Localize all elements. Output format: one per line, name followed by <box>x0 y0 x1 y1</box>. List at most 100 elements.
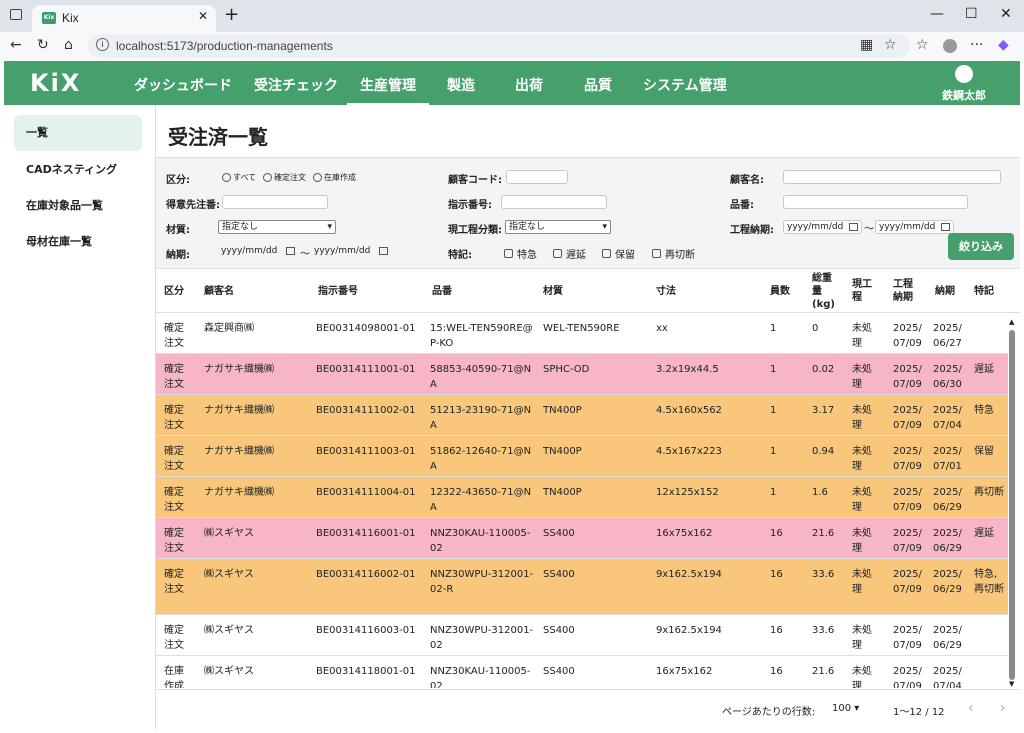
customer-code-input[interactable] <box>506 170 568 184</box>
table-row[interactable]: 確定注文 森定興商㈱ BE00314098001-01 15:WEL-TEN590RE… <box>156 313 1008 354</box>
scroll-up-icon[interactable]: ▲ <box>1009 318 1014 326</box>
tab-actions-icon[interactable] <box>10 9 22 20</box>
cell-kubun: 確定注文 <box>164 487 184 513</box>
radio-all[interactable]: すべて <box>222 172 256 183</box>
part-no-label: 品番: <box>730 200 754 211</box>
due-from[interactable]: yyyy/mm/dd <box>218 245 298 259</box>
favorites-icon[interactable]: ☆ <box>916 37 929 53</box>
cell-wt: 21.6 <box>812 666 835 677</box>
col-note[interactable]: 特記 <box>974 285 994 298</box>
cell-part: 58853-40590-71@NA <box>430 364 532 390</box>
table-row[interactable]: 確定注文 ナガサキ織機㈱ BE00314111001-01 58853-40590-7… <box>156 354 1008 395</box>
profile-avatar-icon[interactable] <box>943 39 957 53</box>
back-icon[interactable]: ← <box>10 37 22 53</box>
more-menu-icon[interactable]: ··· <box>970 37 983 53</box>
sidebar-item-list[interactable]: 一覧 <box>14 115 142 151</box>
close-tab-icon[interactable]: ✕ <box>198 9 208 23</box>
process-due-to[interactable]: yyyy/mm/dd <box>875 220 954 234</box>
table-row[interactable]: 確定注文 ナガサキ織機㈱ BE00314111002-01 51213-23190-7… <box>156 395 1008 436</box>
calendar-icon[interactable] <box>849 223 858 231</box>
cell-due: 2025/06/29 <box>933 528 962 554</box>
cell-pdue: 2025/07/09 <box>893 446 922 472</box>
customer-name-input[interactable] <box>783 170 1001 184</box>
menu-dashboard[interactable]: ダッシュボード <box>134 75 232 95</box>
close-window-icon[interactable]: ✕ <box>1000 6 1012 22</box>
radio-stock[interactable]: 在庫作成 <box>313 172 356 183</box>
table-row[interactable]: 確定注文 ナガサキ織機㈱ BE00314111004-01 12322-43650-7… <box>156 477 1008 518</box>
chk-recut[interactable]: 再切断 <box>652 246 695 261</box>
col-customer[interactable]: 顧客名 <box>204 285 234 298</box>
minimize-icon[interactable]: — <box>930 6 944 22</box>
calendar-icon[interactable] <box>286 247 295 255</box>
chk-hold[interactable]: 保留 <box>602 246 635 261</box>
main-content: 受注済一覧 区分: すべて 確定注文 在庫作成 顧客コード: 顧客名: 得意先注… <box>156 105 1020 729</box>
material-select[interactable]: 指定なし <box>218 220 336 234</box>
calendar-icon[interactable] <box>379 247 388 255</box>
user-menu[interactable]: 鉄鋼太郎 <box>942 65 986 103</box>
cell-wt: 1.6 <box>812 487 828 498</box>
rows-per-page-select[interactable]: 100 ▾ <box>832 703 859 714</box>
new-tab-icon[interactable]: + <box>224 6 239 24</box>
favorite-star-icon[interactable]: ☆ <box>884 37 897 53</box>
cell-size: 12x125x152 <box>656 487 719 498</box>
user-name: 鉄鋼太郎 <box>942 89 986 102</box>
sidebar-item-stock-targets[interactable]: 在庫対象品一覧 <box>14 188 142 224</box>
col-process[interactable]: 現工程 <box>852 278 876 304</box>
table-row[interactable]: 在庫作成 ㈱スギヤス BE00314118001-01 NNZ30KAU-110005… <box>156 656 1008 688</box>
cell-part: 12322-43650-71@NA <box>430 487 532 513</box>
order-no-input[interactable] <box>501 195 607 209</box>
menu-system[interactable]: システム管理 <box>643 75 727 95</box>
menu-manufacturing[interactable]: 製造 <box>447 75 475 95</box>
home-icon[interactable]: ⌂ <box>64 37 73 53</box>
col-material[interactable]: 材質 <box>543 285 563 298</box>
table-row[interactable]: 確定注文 ㈱スギヤス BE00314116002-01 NNZ30WPU-312001… <box>156 559 1008 615</box>
maximize-icon[interactable]: ☐ <box>965 6 978 22</box>
table-scrollbar[interactable]: ▲ ▼ <box>1007 318 1017 688</box>
prev-page-icon[interactable]: ‹ <box>968 700 974 716</box>
radio-confirmed[interactable]: 確定注文 <box>263 172 306 183</box>
kix-logo[interactable]: KiX <box>30 69 81 97</box>
due-to[interactable]: yyyy/mm/dd <box>311 245 391 259</box>
table-row[interactable]: 確定注文 ナガサキ織機㈱ BE00314111003-01 51862-12640-7… <box>156 436 1008 477</box>
chk-urgent[interactable]: 特急 <box>504 246 537 261</box>
next-page-icon[interactable]: › <box>1000 700 1006 716</box>
col-order[interactable]: 指示番号 <box>318 285 358 298</box>
col-qty[interactable]: 員数 <box>770 285 790 298</box>
preferred-customer-input[interactable] <box>222 195 328 209</box>
menu-quality[interactable]: 品質 <box>584 75 612 95</box>
col-kubun[interactable]: 区分 <box>164 285 184 298</box>
copilot-icon[interactable]: ◆ <box>998 37 1009 53</box>
col-weight[interactable]: 総重量(kg) <box>812 272 840 311</box>
col-due[interactable]: 納期 <box>935 285 955 298</box>
cell-pdue: 2025/07/09 <box>893 405 922 431</box>
table-row[interactable]: 確定注文 ㈱スギヤス BE00314116001-01 NNZ30KAU-110005… <box>156 518 1008 559</box>
cell-size: 9x162.5x194 <box>656 569 722 580</box>
cell-proc: 未処理 <box>852 528 872 554</box>
scroll-down-icon[interactable]: ▼ <box>1009 680 1014 688</box>
col-size[interactable]: 寸法 <box>656 285 676 298</box>
part-no-input[interactable] <box>783 195 968 209</box>
site-info-icon[interactable]: i <box>96 38 109 51</box>
sidebar-item-base-material-stock[interactable]: 母材在庫一覧 <box>14 224 142 260</box>
app-available-icon[interactable]: ▦ <box>860 37 873 53</box>
menu-shipping[interactable]: 出荷 <box>515 75 543 95</box>
reload-icon[interactable]: ↻ <box>37 37 49 53</box>
cell-qty: 1 <box>770 323 777 334</box>
browser-tab[interactable]: Kix Kix ✕ <box>32 5 216 32</box>
table-row[interactable]: 確定注文 ㈱スギヤス BE00314116003-01 NNZ30WPU-312001… <box>156 615 1008 656</box>
scrollbar-thumb[interactable] <box>1009 330 1015 680</box>
url-field[interactable]: i localhost:5173/production-managements <box>88 34 910 58</box>
menu-order-check[interactable]: 受注チェック <box>254 75 338 95</box>
process-due-from[interactable]: yyyy/mm/dd <box>783 220 862 234</box>
cell-proc: 未処理 <box>852 569 872 595</box>
filter-button[interactable]: 絞り込み <box>948 233 1014 260</box>
calendar-icon[interactable] <box>941 223 950 231</box>
sidebar-item-cad-nesting[interactable]: CADネスティング <box>14 152 142 188</box>
cell-mat: SPHC-OD <box>543 364 590 375</box>
col-process-due[interactable]: 工程納期 <box>893 278 917 304</box>
chk-delay[interactable]: 遅延 <box>553 246 586 261</box>
process-select[interactable]: 指定なし <box>505 220 611 234</box>
menu-production[interactable]: 生産管理 <box>347 75 429 105</box>
col-part[interactable]: 品番 <box>432 285 452 298</box>
cell-mat: TN400P <box>543 487 582 498</box>
